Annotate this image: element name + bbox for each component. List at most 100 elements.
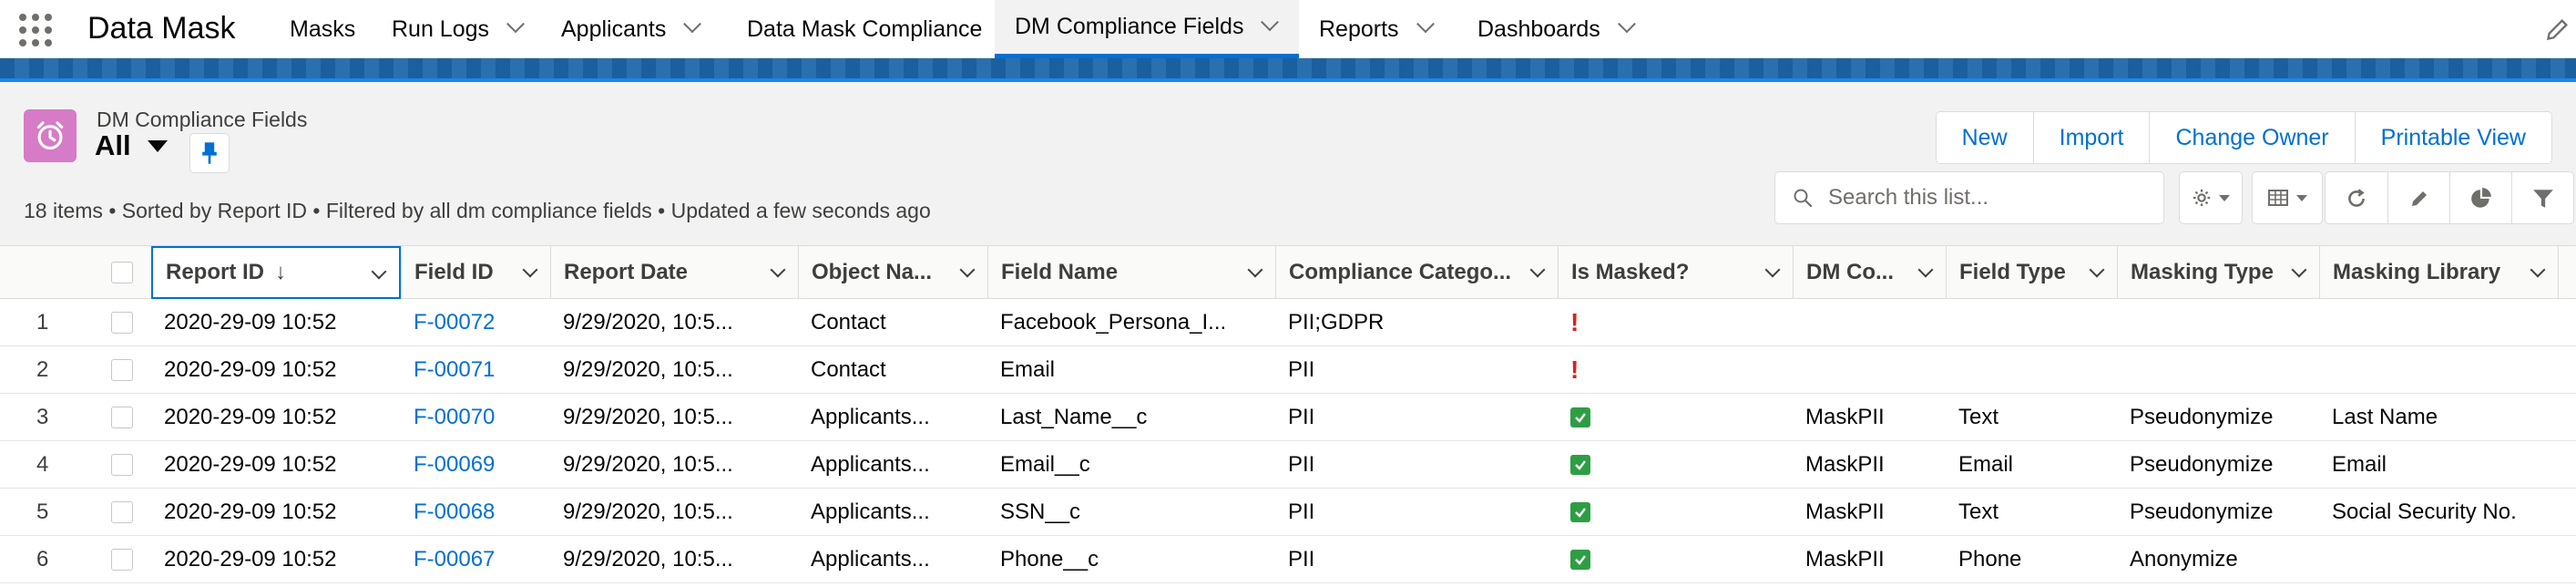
chevron-down-icon[interactable] bbox=[770, 262, 786, 278]
cell-dm-co: MaskPII bbox=[1805, 547, 1885, 572]
chevron-down-icon[interactable] bbox=[2089, 262, 2105, 278]
column-header-report-id[interactable]: Report ID ↓ bbox=[151, 246, 401, 299]
refresh-button[interactable] bbox=[2326, 172, 2387, 223]
nav-item-dm-compliance-fields[interactable]: DM Compliance Fields bbox=[995, 0, 1299, 58]
row-checkbox[interactable] bbox=[111, 407, 133, 428]
edit-nav-icon[interactable] bbox=[2545, 16, 2571, 42]
pie-chart-icon bbox=[2470, 188, 2491, 208]
cell-compliance-category: PII;GDPR bbox=[1288, 310, 1385, 335]
cell-is-masked bbox=[1558, 536, 1793, 583]
display-as-button[interactable] bbox=[2252, 171, 2323, 224]
cell-field-id: F-00068 bbox=[401, 489, 550, 536]
app-launcher-icon[interactable] bbox=[16, 11, 53, 47]
column-header-masking-type[interactable]: Masking Type bbox=[2117, 246, 2319, 299]
cell-report-date: 9/29/2020, 10:5... bbox=[563, 357, 733, 382]
row-checkbox[interactable] bbox=[111, 359, 133, 381]
cell-dm-co: MaskPII bbox=[1805, 405, 1885, 429]
cell-masking-library: Last Name bbox=[2332, 405, 2438, 429]
field-id-link[interactable]: F-00067 bbox=[414, 547, 495, 572]
chevron-down-icon[interactable] bbox=[1416, 15, 1435, 34]
checkmark-icon bbox=[1570, 502, 1590, 522]
list-view-selector[interactable]: All bbox=[95, 129, 168, 162]
charts-button[interactable] bbox=[2449, 172, 2511, 223]
cell-field-id: F-00069 bbox=[401, 441, 550, 489]
pin-list-button[interactable] bbox=[189, 133, 230, 173]
cell-field-name: Facebook_Persona_I... bbox=[1000, 310, 1227, 335]
list-settings-button[interactable] bbox=[2179, 171, 2243, 224]
column-label: Field ID bbox=[414, 260, 494, 284]
column-label: Report Date bbox=[564, 260, 689, 284]
gear-icon bbox=[2193, 189, 2211, 207]
column-header-field-id[interactable]: Field ID bbox=[401, 246, 550, 299]
nav-item-masks[interactable]: Masks bbox=[268, 0, 370, 58]
cell-masking-type bbox=[2117, 299, 2319, 346]
cell-compliance-category: PII bbox=[1288, 499, 1315, 524]
chevron-down-icon[interactable] bbox=[1764, 262, 1781, 278]
field-id-link[interactable]: F-00072 bbox=[414, 310, 495, 335]
row-checkbox[interactable] bbox=[111, 454, 133, 476]
table-row: 5 2020-29-09 10:52 F-00068 9/29/2020, 10:5.… bbox=[0, 489, 2576, 536]
chevron-down-icon[interactable] bbox=[2530, 262, 2546, 278]
table-row: 3 2020-29-09 10:52 F-00070 9/29/2020, 10:5.… bbox=[0, 394, 2576, 441]
change-owner-button[interactable]: Change Owner bbox=[2149, 112, 2355, 163]
chevron-down-icon[interactable] bbox=[683, 15, 702, 34]
search-input[interactable] bbox=[1828, 185, 2129, 211]
column-header-compliance-category[interactable]: Compliance Catego... bbox=[1275, 246, 1558, 299]
chevron-down-icon[interactable] bbox=[1917, 262, 1934, 278]
column-header-field-type[interactable]: Field Type bbox=[1946, 246, 2117, 299]
nav-item-run-logs[interactable]: Run Logs bbox=[373, 0, 556, 58]
field-id-link[interactable]: F-00068 bbox=[414, 499, 495, 525]
column-header-dm-co[interactable]: DM Co... bbox=[1793, 246, 1946, 299]
cell-masking-library bbox=[2319, 346, 2558, 394]
cell-object-name: Applicants... bbox=[811, 405, 930, 429]
cell-object-name: Applicants... bbox=[811, 452, 930, 477]
cell-masking-type: Pseudonymize bbox=[2130, 405, 2274, 429]
list-search bbox=[1774, 171, 2164, 224]
nav-item-applicants[interactable]: Applicants bbox=[545, 0, 736, 58]
nav-item-reports[interactable]: Reports bbox=[1299, 0, 1481, 58]
printable-view-button[interactable]: Printable View bbox=[2354, 112, 2551, 163]
column-header-report-date[interactable]: Report Date bbox=[550, 246, 798, 299]
new-button[interactable]: New bbox=[1936, 112, 2033, 163]
chevron-down-icon[interactable] bbox=[1617, 15, 1636, 34]
chevron-down-icon[interactable] bbox=[959, 262, 976, 278]
row-checkbox[interactable] bbox=[111, 312, 133, 334]
column-header-masking-library[interactable]: Masking Library bbox=[2319, 246, 2558, 299]
caret-down-icon[interactable] bbox=[147, 139, 168, 152]
import-button[interactable]: Import bbox=[2032, 112, 2150, 163]
table-row: 1 2020-29-09 10:52 F-00072 9/29/2020, 10:5.… bbox=[0, 299, 2576, 346]
column-header-object-name[interactable]: Object Na... bbox=[798, 246, 987, 299]
row-checkbox[interactable] bbox=[111, 549, 133, 571]
table-row: 4 2020-29-09 10:52 F-00069 9/29/2020, 10:5.… bbox=[0, 441, 2576, 489]
field-id-link[interactable]: F-00071 bbox=[414, 357, 495, 383]
field-id-link[interactable]: F-00069 bbox=[414, 452, 495, 478]
nav-item-label: Run Logs bbox=[392, 15, 490, 42]
column-label: Object Na... bbox=[812, 260, 933, 284]
chevron-down-icon[interactable] bbox=[1529, 262, 1546, 278]
column-label: Masking Library bbox=[2333, 260, 2501, 284]
column-header-is-masked[interactable]: Is Masked? bbox=[1558, 246, 1793, 299]
cell-masking-type bbox=[2117, 346, 2319, 394]
cell-is-masked: ! bbox=[1558, 346, 1793, 394]
nav-item-dashboards[interactable]: Dashboards bbox=[1457, 0, 1658, 58]
filters-button[interactable] bbox=[2511, 172, 2573, 223]
nav-item-label: Reports bbox=[1319, 15, 1399, 42]
row-checkbox[interactable] bbox=[111, 501, 133, 523]
row-select-cell bbox=[89, 299, 151, 346]
field-id-link[interactable]: F-00070 bbox=[414, 405, 495, 430]
inline-edit-button[interactable] bbox=[2387, 172, 2449, 223]
chevron-down-icon[interactable] bbox=[1261, 12, 1280, 31]
select-all-checkbox[interactable] bbox=[111, 262, 133, 283]
column-header-field-name[interactable]: Field Name bbox=[987, 246, 1275, 299]
chevron-down-icon[interactable] bbox=[506, 15, 525, 34]
chevron-down-icon[interactable] bbox=[1247, 262, 1263, 278]
nav-item-data-mask-compliance[interactable]: Data Mask Compliance bbox=[729, 0, 993, 58]
chevron-down-icon[interactable] bbox=[2291, 262, 2307, 278]
checkmark-icon bbox=[1570, 407, 1590, 427]
row-select-cell bbox=[89, 346, 151, 394]
chevron-down-icon[interactable] bbox=[522, 262, 538, 278]
table-header-row: Report ID ↓ Field ID Report Date Object … bbox=[0, 246, 2576, 299]
chevron-down-icon[interactable] bbox=[371, 263, 387, 280]
exclamation-icon: ! bbox=[1570, 355, 1579, 384]
row-number: 4 bbox=[36, 452, 49, 477]
